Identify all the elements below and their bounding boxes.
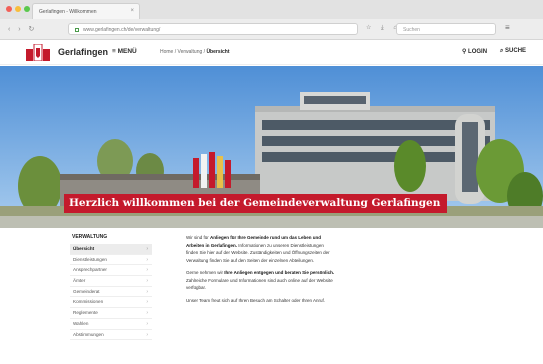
sidebar-item-label: Ämter xyxy=(73,278,86,284)
chevron-right-icon: › xyxy=(146,331,148,338)
browser-toolbar: ‹ › ↻ www.gerlafingen.ch/de/verwaltung/ … xyxy=(0,19,543,40)
sidebar-item-label: Übersicht xyxy=(73,246,95,251)
chevron-right-icon: › xyxy=(146,288,148,295)
maximize-window-button[interactable] xyxy=(24,6,30,12)
browser-menu-icon[interactable]: ≡ xyxy=(505,23,510,32)
browser-tab[interactable]: Gerlafingen - Willkommen × xyxy=(32,3,140,19)
intro-paragraph: Wir sind für Anliegen für Ihre Gemeinde … xyxy=(186,234,336,264)
text-run: Gerne nehmen wir xyxy=(186,270,225,275)
chevron-right-icon: › xyxy=(146,299,148,306)
sidebar-item-aemter[interactable]: Ämter › xyxy=(70,276,152,287)
browser-search-input[interactable]: Suchen xyxy=(396,23,496,35)
lock-icon xyxy=(75,27,79,32)
minimize-window-button[interactable] xyxy=(15,6,21,12)
close-window-button[interactable] xyxy=(6,6,12,12)
sidebar-item-label: Wahlen xyxy=(73,320,89,326)
browser-chrome: Gerlafingen - Willkommen × ‹ › ↻ www.ger… xyxy=(0,0,543,40)
chevron-right-icon: › xyxy=(146,256,148,263)
chevron-right-icon: › xyxy=(146,320,148,327)
sidebar-item-abstimmungen[interactable]: Abstimmungen › xyxy=(70,330,152,341)
sidebar-item-kommissionen[interactable]: Kommissionen › xyxy=(70,297,152,309)
breadcrumb-home[interactable]: Home xyxy=(160,49,173,55)
sidebar-item-wahlen[interactable]: Wahlen › xyxy=(70,319,152,330)
text-run: Wir sind für xyxy=(186,235,211,240)
chevron-right-icon: › xyxy=(146,310,148,317)
sidebar-item-label: Reglemente xyxy=(73,310,98,316)
sidebar-item-reglemente[interactable]: Reglemente › xyxy=(70,308,152,319)
menu-button[interactable]: ≡ MENÜ xyxy=(112,48,137,55)
chevron-right-icon: › xyxy=(146,267,148,274)
sidebar-item-dienstleistungen[interactable]: Dienstleistungen › xyxy=(70,255,152,266)
text-run: Zahlreiche Formulare und Informationen s… xyxy=(186,277,333,291)
chevron-right-icon: › xyxy=(146,246,148,252)
text-run-bold: Ihre Anliegen entgegen und beraten Sie p… xyxy=(224,270,335,275)
intro-paragraph: Unser Team freut sich auf Ihren Besuch a… xyxy=(186,297,325,303)
sidebar-item-label: Ansprechpartner xyxy=(73,267,107,273)
welcome-banner: Herzlich willkommen bei der Gemeindeverw… xyxy=(64,194,448,213)
sidebar-nav: VERWALTUNG Übersicht › Dienstleistungen › … xyxy=(70,232,152,341)
hero-image: Herzlich willkommen bei der Gemeindeverw… xyxy=(0,66,543,228)
tab-bar: Gerlafingen - Willkommen × xyxy=(0,0,543,19)
window-controls xyxy=(6,6,30,12)
address-bar[interactable]: www.gerlafingen.ch/de/verwaltung/ xyxy=(68,23,358,35)
sidebar-item-label: Gemeinderat xyxy=(73,288,100,294)
intro-paragraph: Gerne nehmen wir Ihre Anliegen entgegen … xyxy=(186,269,336,292)
sidebar-heading: VERWALTUNG xyxy=(72,234,108,240)
sidebar-item-ansprechpartner[interactable]: Ansprechpartner › xyxy=(70,265,152,277)
tab-title: Gerlafingen - Willkommen xyxy=(39,9,97,15)
content-panel: VERWALTUNG Übersicht › Dienstleistungen › … xyxy=(66,228,477,364)
sidebar-item-label: Dienstleistungen xyxy=(73,256,107,262)
breadcrumb-section[interactable]: Verwaltung xyxy=(178,49,203,55)
breadcrumb-current: Übersicht xyxy=(206,49,230,55)
sidebar-item-gemeinderat[interactable]: Gemeinderat › xyxy=(70,287,152,298)
sidebar-item-label: Abstimmungen xyxy=(73,331,104,337)
coat-of-arms-logo[interactable] xyxy=(26,44,50,61)
tab-close-icon[interactable]: × xyxy=(130,8,134,14)
site-header: Gerlafingen ≡ MENÜ Home / Verwaltung / Ü… xyxy=(0,40,543,65)
intro-text: Wir sind für Anliegen für Ihre Gemeinde … xyxy=(186,234,336,309)
chevron-right-icon: › xyxy=(146,278,148,285)
search-button[interactable]: ⌕ SUCHE xyxy=(500,48,526,55)
nav-buttons[interactable]: ‹ › ↻ xyxy=(8,25,37,33)
login-button[interactable]: ⚲ LOGIN xyxy=(462,48,487,55)
breadcrumb: Home / Verwaltung / Übersicht xyxy=(160,49,230,55)
sidebar-item-uebersicht[interactable]: Übersicht › xyxy=(70,244,152,255)
site-brand[interactable]: Gerlafingen xyxy=(58,47,108,57)
sidebar-item-label: Kommissionen xyxy=(73,299,104,305)
url-text: www.gerlafingen.ch/de/verwaltung/ xyxy=(83,27,161,33)
